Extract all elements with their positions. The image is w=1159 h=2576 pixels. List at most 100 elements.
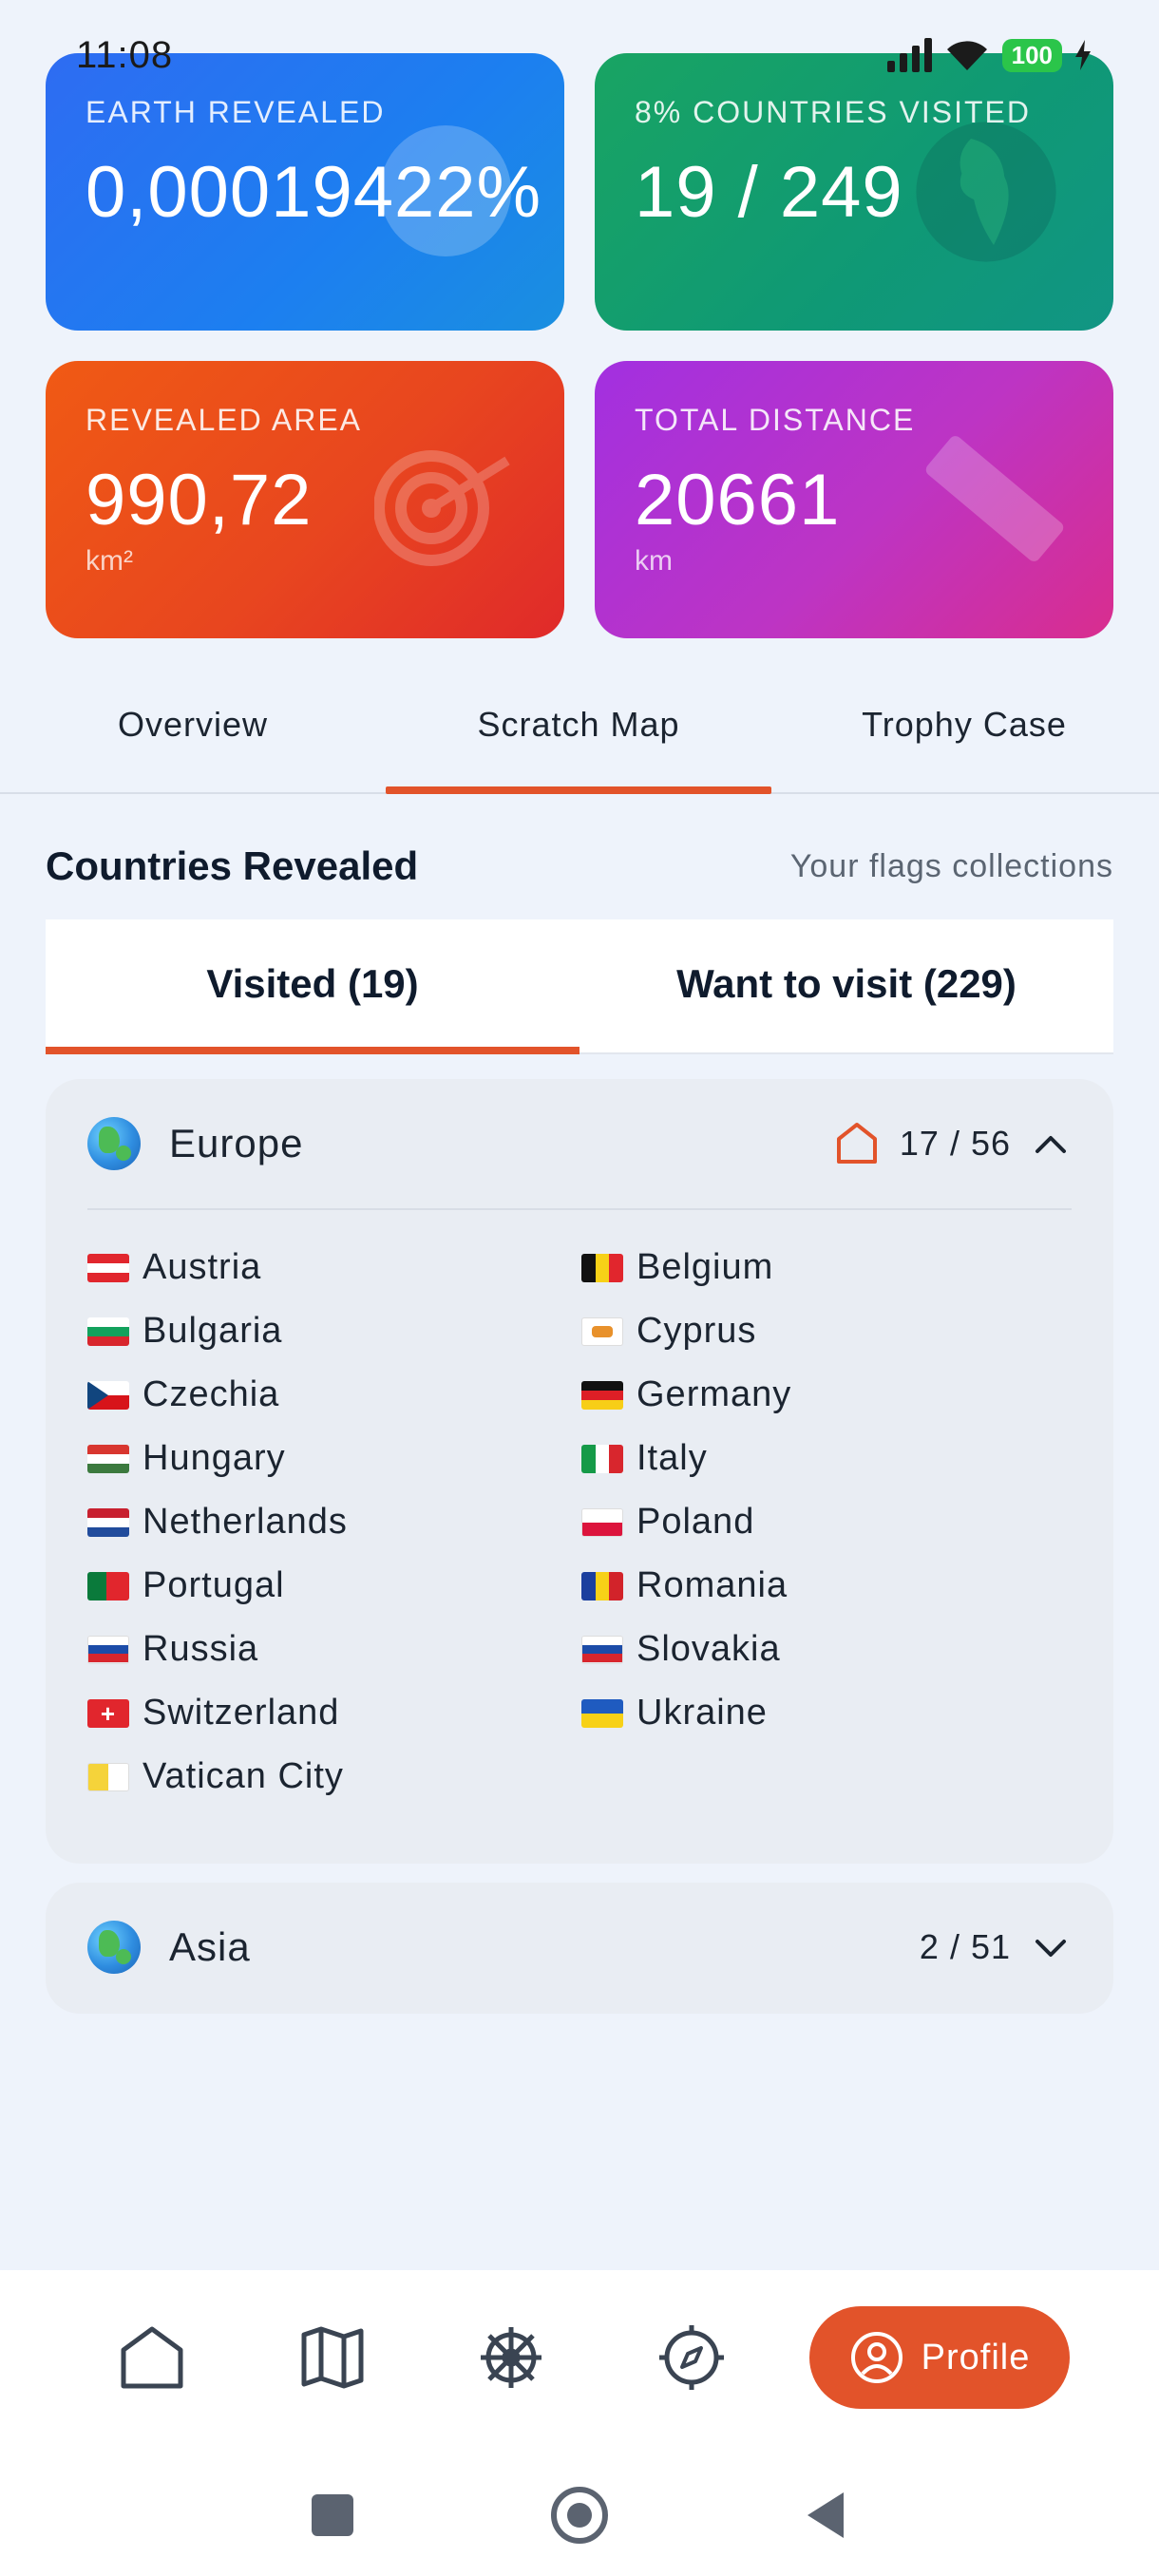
continent-name: Asia	[169, 1924, 251, 1969]
system-nav-bar	[0, 2456, 1159, 2576]
country-item[interactable]: Czechia	[87, 1372, 581, 1418]
country-item[interactable]: Belgium	[581, 1244, 1075, 1291]
country-name: Switzerland	[142, 1693, 340, 1733]
country-item[interactable]: Slovakia	[581, 1626, 1075, 1673]
globe-icon	[87, 1921, 141, 1974]
country-item[interactable]: Netherlands	[87, 1499, 581, 1545]
switzerland-flag-icon: +	[87, 1698, 129, 1728]
card-label: EARTH REVEALED	[86, 95, 386, 129]
country-name: Vatican City	[142, 1756, 344, 1796]
country-item[interactable]: Romania	[581, 1563, 1075, 1609]
earth-revealed-card[interactable]: EARTH REVEALED 0,00019422%	[46, 53, 564, 331]
continent-count: 17 / 56	[899, 1124, 1011, 1163]
battery-icon: 100	[1001, 38, 1062, 72]
map-icon[interactable]	[296, 2321, 369, 2394]
status-bar: 11:08 100	[76, 28, 1092, 82]
country-item[interactable]: Germany	[581, 1372, 1075, 1418]
country-item[interactable]: Italy	[581, 1435, 1075, 1482]
card-unit: km	[635, 545, 673, 577]
country-name: Poland	[636, 1502, 755, 1542]
recent-apps-button[interactable]	[312, 2494, 353, 2536]
home-icon[interactable]	[116, 2321, 188, 2394]
country-item[interactable]: Austria	[87, 1244, 581, 1291]
continent-summary: 17 / 56	[833, 1120, 1072, 1167]
globe-icon	[916, 122, 1056, 262]
country-item[interactable]: + Switzerland	[87, 1690, 581, 1736]
bulgaria-flag-icon	[87, 1316, 129, 1346]
country-name: Russia	[142, 1629, 259, 1669]
section-subtitle: Your flags collections	[789, 847, 1113, 884]
romania-flag-icon	[581, 1571, 623, 1601]
card-label: TOTAL DISTANCE	[635, 403, 916, 437]
country-item[interactable]: Portugal	[87, 1563, 581, 1609]
country-name: Bulgaria	[142, 1311, 283, 1351]
continent-panel-asia: Asia 2 / 51	[46, 1883, 1113, 2014]
ship-wheel-icon[interactable]	[475, 2321, 547, 2394]
cyprus-flag-icon	[581, 1316, 623, 1346]
country-name: Netherlands	[142, 1502, 348, 1542]
globe-icon	[380, 125, 511, 256]
country-name: Czechia	[142, 1374, 280, 1414]
tab-want-to-visit[interactable]: Want to visit (229)	[580, 919, 1113, 1052]
ukraine-flag-icon	[581, 1698, 623, 1728]
main-tabs: Overview Scratch Map Trophy Case	[0, 665, 1159, 794]
country-name: Portugal	[142, 1565, 285, 1605]
continent-count: 2 / 51	[919, 1927, 1011, 1966]
country-item[interactable]: Cyprus	[581, 1308, 1075, 1354]
continent-header[interactable]: Asia 2 / 51	[46, 1883, 1113, 2012]
countries-visited-card[interactable]: 8% COUNTRIES VISITED 19 / 249	[595, 53, 1113, 331]
country-name: Slovakia	[636, 1629, 781, 1669]
bottom-nav: Profile	[0, 2270, 1159, 2456]
home-icon	[836, 1123, 877, 1164]
user-circle-icon	[850, 2332, 902, 2383]
tab-scratch-map[interactable]: Scratch Map	[386, 665, 771, 794]
tab-overview[interactable]: Overview	[0, 665, 386, 792]
status-icons: 100	[886, 36, 1092, 74]
stats-cards: EARTH REVEALED 0,00019422% 8% COUNTRIES …	[46, 53, 1113, 638]
chevron-down-icon[interactable]	[1030, 1926, 1072, 1968]
tab-visited[interactable]: Visited (19)	[46, 919, 580, 1054]
country-name: Italy	[636, 1438, 708, 1478]
country-item[interactable]: Vatican City	[87, 1753, 581, 1800]
austria-flag-icon	[87, 1253, 129, 1282]
country-name: Belgium	[636, 1247, 774, 1287]
country-item[interactable]: Ukraine	[581, 1690, 1075, 1736]
continent-panel-europe: Europe 17 / 56 Austria Belgium Bulgaria …	[46, 1079, 1113, 1864]
compass-icon[interactable]	[656, 2321, 728, 2394]
home-button[interactable]	[551, 2487, 608, 2544]
country-item[interactable]: Russia	[87, 1626, 581, 1673]
chevron-up-icon[interactable]	[1030, 1123, 1072, 1165]
country-item[interactable]: Poland	[581, 1499, 1075, 1545]
country-item[interactable]: Bulgaria	[87, 1308, 581, 1354]
belgium-flag-icon	[581, 1253, 623, 1282]
country-name: Germany	[636, 1374, 792, 1414]
country-name: Hungary	[142, 1438, 286, 1478]
card-label: REVEALED AREA	[86, 403, 362, 437]
total-distance-card[interactable]: TOTAL DISTANCE 20661 km	[595, 361, 1113, 638]
continent-summary: 2 / 51	[920, 1926, 1072, 1968]
section-title: Countries Revealed	[46, 843, 419, 888]
profile-button[interactable]: Profile	[809, 2306, 1070, 2409]
russia-flag-icon	[87, 1635, 129, 1664]
vatican-city-flag-icon	[87, 1762, 129, 1791]
tab-trophy-case[interactable]: Trophy Case	[771, 665, 1157, 792]
card-unit: km²	[86, 545, 133, 577]
continent-header[interactable]: Europe 17 / 56	[46, 1079, 1113, 1208]
country-item[interactable]: Hungary	[87, 1435, 581, 1482]
hungary-flag-icon	[87, 1444, 129, 1473]
country-name: Ukraine	[636, 1693, 768, 1733]
card-label: 8% COUNTRIES VISITED	[635, 95, 1031, 129]
profile-label: Profile	[921, 2337, 1031, 2377]
wifi-icon	[946, 41, 987, 70]
revealed-area-card[interactable]: REVEALED AREA 990,72 km²	[46, 361, 564, 638]
slovakia-flag-icon	[581, 1635, 623, 1664]
back-button[interactable]	[806, 2491, 846, 2540]
country-list: Austria Belgium Bulgaria Cyprus Czechia …	[46, 1210, 1113, 1800]
charging-icon	[1075, 40, 1091, 70]
status-time: 11:08	[76, 33, 174, 76]
country-name: Austria	[142, 1247, 262, 1287]
poland-flag-icon	[581, 1507, 623, 1537]
country-name: Romania	[636, 1565, 788, 1605]
visit-tabs: Visited (19) Want to visit (229)	[46, 919, 1113, 1054]
portugal-flag-icon	[87, 1571, 129, 1601]
